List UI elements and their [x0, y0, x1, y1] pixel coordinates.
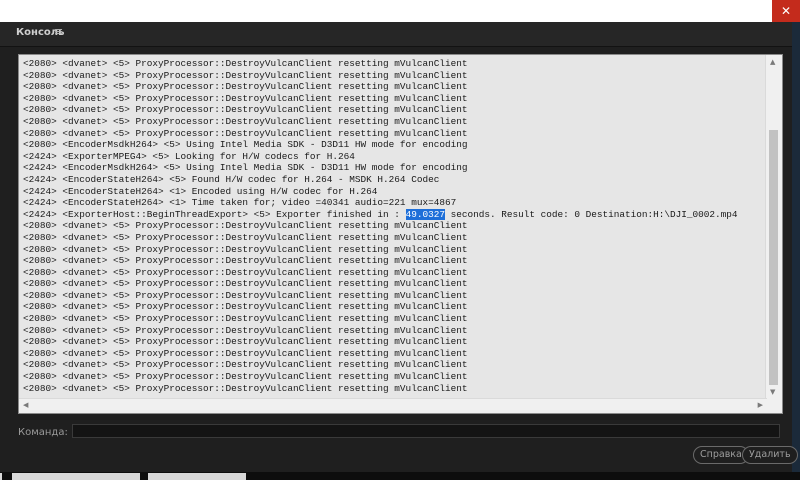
log-line-export: <2424> <ExporterHost::BeginThreadExport>…	[23, 208, 765, 221]
log-line: <2424> <EncoderStateH264> <1> Time taken…	[23, 197, 457, 209]
log-line: <2080> <dvanet> <5> ProxyProcessor::Dest…	[23, 382, 468, 394]
command-input[interactable]	[72, 424, 780, 438]
taskbar-item	[0, 473, 2, 480]
taskbar	[0, 472, 800, 480]
log-line: <2080> <dvanet> <5> ProxyProcessor::Dest…	[23, 301, 468, 313]
log-line: <2080> <dvanet> <5> ProxyProcessor::Dest…	[23, 231, 468, 243]
log-line: <2080> <dvanet> <5> ProxyProcessor::Dest…	[23, 81, 468, 93]
log-line: <2080> <dvanet> <5> ProxyProcessor::Dest…	[23, 92, 468, 104]
log-segment: <2424> <ExporterHost::BeginThreadExport>…	[23, 208, 406, 220]
help-button[interactable]: Справка	[693, 446, 749, 464]
log-line: <2424> <EncoderMsdkH264> <5> Using Intel…	[23, 162, 468, 174]
log-line: <2424> <EncoderStateH264> <1> Encoded us…	[23, 185, 378, 197]
log-line: <2080> <dvanet> <5> ProxyProcessor::Dest…	[23, 266, 468, 278]
console-log: <2080> <dvanet> <5> ProxyProcessor::Dest…	[23, 58, 765, 400]
vertical-scroll-thumb[interactable]	[769, 130, 778, 385]
log-segment: seconds. Result code: 0 Destination:H:\D…	[444, 208, 738, 220]
scroll-up-icon[interactable]: ▲	[770, 58, 775, 66]
log-line: <2080> <dvanet> <5> ProxyProcessor::Dest…	[23, 289, 468, 301]
horizontal-scrollbar[interactable]: ◀ ▶	[19, 398, 767, 413]
log-line: <2080> <dvanet> <5> ProxyProcessor::Dest…	[23, 127, 468, 139]
log-line: <2080> <EncoderMsdkH264> <5> Using Intel…	[23, 139, 468, 151]
scrollbar-corner	[766, 399, 782, 413]
scroll-left-icon[interactable]: ◀	[23, 401, 28, 409]
scroll-down-icon[interactable]: ▼	[770, 388, 775, 396]
command-label: Команда:	[18, 427, 68, 438]
taskbar-item	[148, 473, 246, 480]
log-line: <2080> <dvanet> <5> ProxyProcessor::Dest…	[23, 69, 468, 81]
console-output[interactable]: <2080> <dvanet> <5> ProxyProcessor::Dest…	[18, 54, 783, 414]
window-titlebar: ✕	[0, 0, 800, 22]
panel-menu-icon[interactable]: ≡	[54, 25, 63, 38]
panel-header: Консоль ≡	[0, 22, 792, 47]
close-icon: ✕	[780, 4, 792, 18]
log-line: <2080> <dvanet> <5> ProxyProcessor::Dest…	[23, 115, 468, 127]
log-line: <2080> <dvanet> <5> ProxyProcessor::Dest…	[23, 359, 468, 371]
background-window-strip	[792, 22, 800, 480]
log-line: <2424> <ExporterMPEG4> <5> Looking for H…	[23, 150, 355, 162]
log-line: <2080> <dvanet> <5> ProxyProcessor::Dest…	[23, 313, 468, 325]
log-line: <2080> <dvanet> <5> ProxyProcessor::Dest…	[23, 371, 468, 383]
delete-button[interactable]: Удалить	[742, 446, 798, 464]
vertical-scrollbar[interactable]: ▲ ▼	[765, 55, 782, 399]
taskbar-item	[12, 473, 140, 480]
scroll-right-icon[interactable]: ▶	[758, 401, 763, 409]
log-line: <2080> <dvanet> <5> ProxyProcessor::Dest…	[23, 104, 468, 116]
log-line: <2080> <dvanet> <5> ProxyProcessor::Dest…	[23, 243, 468, 255]
selected-text: 49.0327	[405, 208, 445, 220]
log-line: <2080> <dvanet> <5> ProxyProcessor::Dest…	[23, 336, 468, 348]
log-line: <2080> <dvanet> <5> ProxyProcessor::Dest…	[23, 278, 468, 290]
log-line: <2424> <EncoderStateH264> <5> Found H/W …	[23, 173, 440, 185]
log-line: <2080> <dvanet> <5> ProxyProcessor::Dest…	[23, 347, 468, 359]
log-line: <2080> <dvanet> <5> ProxyProcessor::Dest…	[23, 58, 468, 69]
log-line: <2080> <dvanet> <5> ProxyProcessor::Dest…	[23, 255, 468, 267]
close-button[interactable]: ✕	[772, 0, 800, 22]
log-line: <2080> <dvanet> <5> ProxyProcessor::Dest…	[23, 220, 468, 232]
log-line: <2080> <dvanet> <5> ProxyProcessor::Dest…	[23, 324, 468, 336]
